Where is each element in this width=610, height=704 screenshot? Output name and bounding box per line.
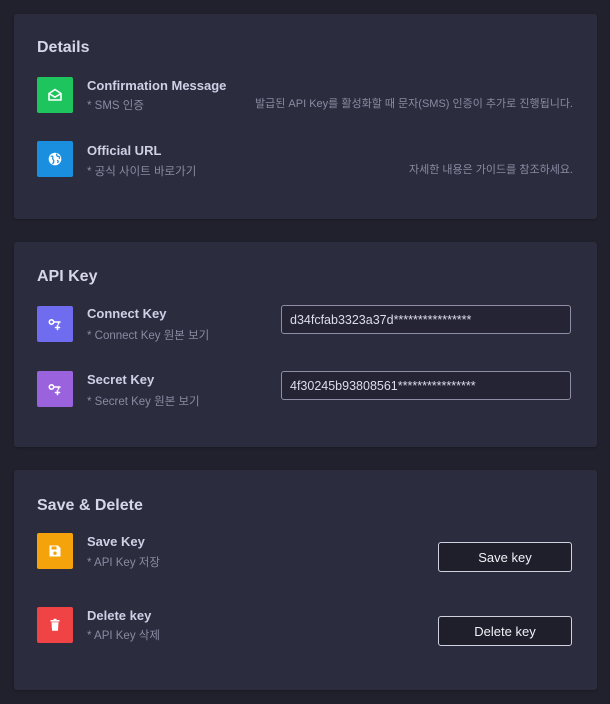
details-title: Details [37, 39, 90, 56]
api-key-title: API Key [37, 268, 98, 285]
secret-key-title: Secret Key [87, 372, 155, 387]
globe-icon[interactable] [37, 141, 73, 177]
secret-key-input[interactable] [281, 371, 571, 400]
key-plus-icon [37, 306, 73, 342]
api-key-card: API Key Connect Key * Connect Key 원본 보기 … [14, 242, 597, 447]
save-delete-card: Save & Delete Save Key * API Key 저장 Save… [14, 470, 597, 690]
confirmation-message-title: Confirmation Message [87, 78, 227, 93]
save-delete-title: Save & Delete [37, 497, 143, 514]
connect-key-subtitle: * Connect Key 원본 보기 [87, 330, 210, 342]
official-url-subtitle: * 공식 사이트 바로가기 [87, 166, 197, 178]
official-url-description: 자세한 내용은 가이드를 참조하세요. [408, 164, 573, 176]
save-key-button[interactable]: Save key [438, 542, 572, 572]
floppy-disk-icon [37, 533, 73, 569]
official-url-title[interactable]: Official URL [87, 143, 161, 158]
secret-key-subtitle: * Secret Key 원본 보기 [87, 396, 200, 408]
trash-icon [37, 607, 73, 643]
delete-key-button[interactable]: Delete key [438, 616, 572, 646]
connect-key-input[interactable] [281, 305, 571, 334]
delete-key-subtitle: * API Key 삭제 [87, 630, 160, 642]
save-key-title: Save Key [87, 534, 145, 549]
details-card: Details Confirmation Message * SMS 인증 발급… [14, 14, 597, 219]
delete-key-title: Delete key [87, 608, 152, 623]
save-key-subtitle: * API Key 저장 [87, 557, 160, 569]
confirmation-message-subtitle: * SMS 인증 [87, 100, 144, 112]
connect-key-title: Connect Key [87, 306, 167, 321]
key-plus-icon [37, 371, 73, 407]
confirmation-message-description: 발급된 API Key를 활성화할 때 문자(SMS) 인증이 추가로 진행됩니… [255, 98, 573, 110]
envelope-open-icon [37, 77, 73, 113]
